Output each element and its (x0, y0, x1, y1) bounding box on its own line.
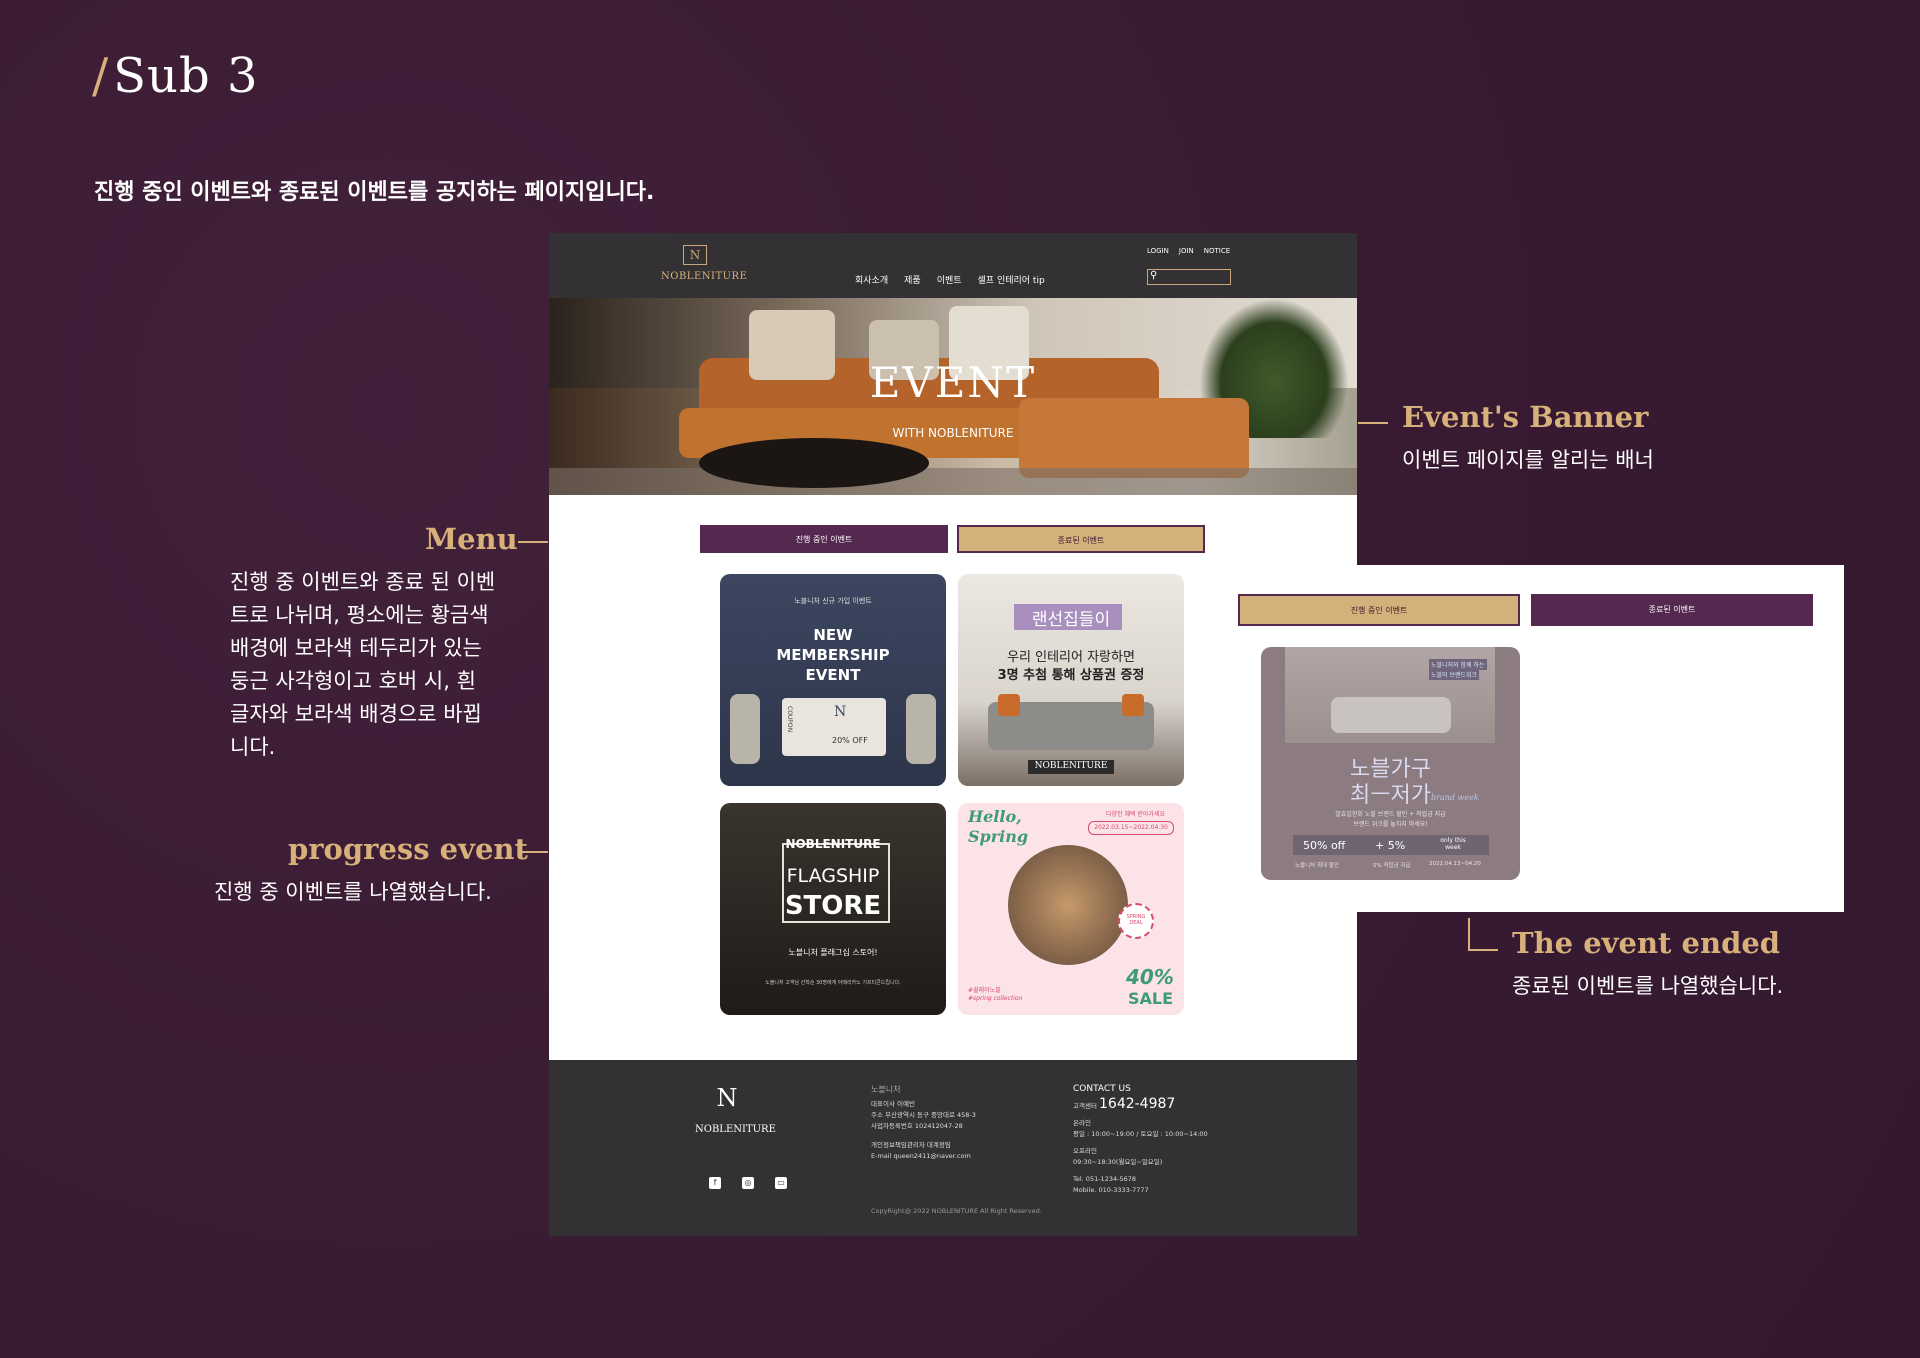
ended-card-top: 노블미 브랜드위크 (1429, 669, 1480, 680)
ended-panel-tab-ongoing[interactable]: 진행 중인 이벤트 (1238, 594, 1520, 626)
card-hashtag: #쉴래이노블 (968, 987, 1001, 994)
site-header: N NOBLENITURE 회사소개 제품 이벤트 셀프 인테리어 tip LO… (549, 233, 1357, 298)
ended-card-script: brand week (1431, 793, 1479, 802)
footer-contact: CONTACT US 고객센터 1642-4987 온라인 평일 : 10:00… (1073, 1084, 1208, 1194)
page-description: 진행 중인 이벤트와 종료된 이벤트를 공지하는 페이지입니다. (94, 180, 655, 205)
logo-text: NOBLENITURE (661, 271, 748, 282)
card-caption: 다양한 혜택 받아가세요 (1106, 811, 1166, 818)
ended-card-line: 발효일한회 노블 브랜드 할인 + 적립금 지급 (1335, 811, 1446, 818)
card-caption: 노블니처 신규 가입 이벤트 (794, 597, 872, 605)
card-dates: 2022.03.15~2022.04.30 (1088, 821, 1174, 835)
spring-photo-circle (1008, 845, 1128, 965)
page-title: /Sub 3 (92, 48, 259, 104)
ended-card-line: 브랜드 위크를 놓치지 마세요! (1353, 821, 1428, 828)
notice-link[interactable]: NOTICE (1204, 247, 1230, 255)
card-title: Hello, (968, 807, 1022, 826)
ended-sofa-graphic (1331, 697, 1451, 733)
banner-pointer-line (1358, 422, 1388, 424)
event-card-spring[interactable]: Hello, Spring 다양한 혜택 받아가세요 2022.03.15~20… (958, 803, 1184, 1015)
util-nav: LOGIN JOIN NOTICE (1147, 247, 1230, 255)
ended-pointer-vline (1468, 918, 1470, 950)
event-card-flagship[interactable]: NOBLENITURE FLAGSHIP STORE 노블니처 플래그십 스토어… (720, 803, 946, 1015)
ended-events-panel: 진행 중인 이벤트 종료된 이벤트 노블니처와 함께 하는 노블미 브랜드위크 … (1228, 565, 1844, 912)
footer-company-info: 노블니처 대표이사 이예빈 주소 부산광역시 동구 중앙대로 458-3 사업자… (871, 1085, 976, 1160)
footer-logo: N NOBLENITURE (695, 1084, 776, 1135)
card-title: Spring (968, 827, 1029, 846)
coupon-graphic: COUPON N 20% OFF (782, 698, 886, 756)
ended-card-week: only this week (1440, 837, 1466, 851)
card-hashtag: #spring collection (968, 995, 1023, 1002)
pillow-graphic (1122, 694, 1144, 716)
event-card-housewarming[interactable]: 랜선집들이 우리 인테리어 자랑하면 3명 추첨 통해 상품권 증정 NOBLE… (958, 574, 1184, 786)
ended-card-note: 5% 적립금 지급 (1373, 863, 1411, 869)
footer-copyright: CopyRight@ 2022 NOBLENITURE All Right Re… (871, 1207, 1042, 1215)
ended-pointer-line (1468, 949, 1498, 951)
login-link[interactable]: LOGIN (1147, 247, 1169, 255)
site-footer: N NOBLENITURE f ◎ ▭ 노블니처 대표이사 이예빈 주소 부산광… (549, 1060, 1357, 1236)
menu-annotation-heading: Menu (425, 522, 518, 556)
card-line: 노블니처 플래그십 스토어! (788, 948, 878, 957)
card-line: 우리 인테리어 자랑하면 (1007, 650, 1135, 665)
card-note: 노블니처 고객님 선착순 30명에게 아메리카노 기프티콘드립니다. (765, 980, 901, 986)
card-brand: NOBLENITURE (785, 837, 881, 851)
banner-annotation-text: 이벤트 페이지를 알리는 배너 (1402, 448, 1654, 472)
card-title: FLAGSHIP (786, 865, 880, 887)
menu-annotation-text: 진행 중 이벤트와 종료 된 이벤 트로 나뉘며, 평소에는 황금색 배경에 보… (230, 570, 496, 759)
card-title: EVENT (805, 666, 861, 684)
progress-pointer-line (518, 851, 548, 853)
coupon-discount: 20% OFF (832, 736, 868, 745)
nav-item-tip[interactable]: 셀프 인테리어 tip (978, 273, 1045, 286)
footer-brand: NOBLENITURE (695, 1124, 776, 1135)
ended-annotation-text: 종료된 이벤트를 나열했습니다. (1512, 974, 1784, 998)
ended-card-note: 2022.04.13~04.20 (1429, 861, 1481, 867)
instagram-icon[interactable]: ◎ (742, 1177, 754, 1189)
card-percent: 40% (1126, 965, 1174, 989)
ended-card-note: 노블니처 최대 할인 (1295, 863, 1339, 869)
nav-item-company[interactable]: 회사소개 (855, 273, 888, 286)
coupon-logo-icon: N (834, 704, 847, 720)
site-logo[interactable]: N NOBLENITURE (661, 245, 747, 282)
progress-annotation-heading: progress event (288, 832, 528, 866)
event-banner: EVENT WITH NOBLENITURE (549, 298, 1357, 495)
banner-annotation-heading: Event's Banner (1402, 400, 1649, 434)
nav-item-products[interactable]: 제품 (904, 273, 921, 286)
banner-title: EVENT (869, 358, 1037, 407)
chair-graphic (906, 694, 936, 764)
ended-panel-tab-ended[interactable]: 종료된 이벤트 (1531, 594, 1813, 626)
facebook-icon[interactable]: f (709, 1177, 721, 1189)
event-card-membership[interactable]: 노블니처 신규 가입 이벤트 NEW MEMBERSHIP EVENT COUP… (720, 574, 946, 786)
nav-item-event[interactable]: 이벤트 (937, 273, 962, 286)
card-line: 3명 추첨 통해 상품권 증정 (997, 668, 1145, 683)
card-tag: 랜선집들이 (1031, 610, 1111, 630)
chat-icon[interactable]: ▭ (775, 1177, 787, 1189)
join-link[interactable]: JOIN (1179, 247, 1194, 255)
progress-annotation-text: 진행 중 이벤트를 나열했습니다. (214, 880, 492, 904)
menu-pointer-line (518, 541, 548, 543)
card-title: STORE (784, 891, 882, 921)
card-title: MEMBERSHIP (776, 646, 890, 664)
chair-graphic (730, 694, 760, 764)
coupon-label: COUPON (786, 706, 793, 733)
ended-card-plus: + 5% (1375, 839, 1406, 852)
search-input[interactable]: ⚲ (1147, 269, 1231, 285)
ended-event-card[interactable]: 노블니처와 함께 하는 노블미 브랜드위크 노블가구 최ㅡ저가 brand we… (1261, 647, 1520, 880)
banner-rug (549, 468, 1357, 495)
main-nav: 회사소개 제품 이벤트 셀프 인테리어 tip (855, 273, 1045, 286)
tab-ended-events[interactable]: 종료된 이벤트 (957, 525, 1205, 553)
tab-ongoing-events[interactable]: 진행 중인 이벤트 (700, 525, 948, 553)
spring-deal-badge: SPRING DEAL (1118, 903, 1154, 939)
card-brand: NOBLENITURE (1034, 761, 1108, 771)
ended-card-title: 최ㅡ저가 (1350, 783, 1431, 808)
logo-mark-icon: N (683, 245, 707, 265)
card-title: NEW (813, 626, 853, 644)
banner-subtitle: WITH NOBLENITURE (892, 426, 1014, 440)
card-sale: SALE (1128, 989, 1174, 1008)
pillow-graphic (998, 694, 1020, 716)
footer-logo-mark-icon: N (716, 1084, 738, 1112)
ended-annotation-heading: The event ended (1512, 926, 1781, 960)
search-icon[interactable]: ⚲ (1150, 270, 1157, 281)
banner-table (699, 438, 929, 488)
ended-card-off: 50% off (1303, 839, 1346, 852)
